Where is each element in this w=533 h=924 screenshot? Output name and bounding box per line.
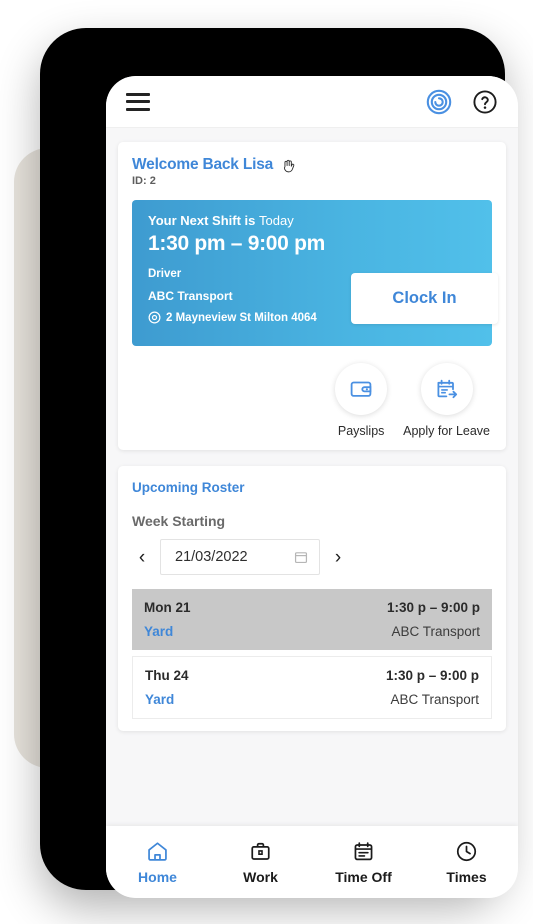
- calendar-time-off-icon: [354, 841, 373, 860]
- roster-hours: 1:30 p – 9:00 p: [385, 668, 479, 683]
- app-header: [106, 76, 518, 128]
- payslips-action[interactable]: Payslips: [335, 363, 388, 438]
- shift-headline-day: Today: [259, 213, 294, 228]
- apply-for-leave-label: Apply for Leave: [403, 424, 490, 438]
- payslips-label: Payslips: [337, 424, 385, 438]
- apply-for-leave-icon-circle[interactable]: [420, 363, 473, 415]
- employee-id: ID: 2: [132, 175, 156, 187]
- nav-label-times: Times: [446, 868, 487, 885]
- phone-screen: Welcome Back Lisa ID: 2 Your Next Shift …: [106, 76, 518, 898]
- welcome-row: Welcome Back Lisa: [132, 156, 492, 174]
- roster-row-top: Thu 24 1:30 p – 9:00 p: [145, 668, 479, 683]
- briefcase-icon: [251, 842, 270, 860]
- nav-label-work: Work: [243, 868, 278, 885]
- home-icon: [148, 841, 167, 861]
- table-row[interactable]: Thu 24 1:30 p – 9:00 p Yard ABC Transpor…: [132, 656, 492, 719]
- waving-hand-icon: [284, 159, 295, 172]
- apply-for-leave-action[interactable]: Apply for Leave: [403, 363, 490, 438]
- roster-day: Thu 24: [145, 668, 189, 683]
- wallet-payslips-icon: [350, 381, 372, 397]
- roster-area: Yard: [144, 624, 174, 639]
- payslips-icon-circle[interactable]: [335, 363, 388, 415]
- clock-icon: [456, 841, 477, 861]
- hamburger-bar: [126, 100, 150, 103]
- nav-item-work[interactable]: Work: [209, 840, 312, 885]
- hamburger-menu-icon[interactable]: [126, 92, 150, 111]
- roster-hours: 1:30 p – 9:00 p: [386, 600, 480, 615]
- hamburger-bar: [126, 107, 150, 111]
- nav-item-times[interactable]: Times: [415, 840, 518, 885]
- nav-item-time-off[interactable]: Time Off: [312, 840, 415, 885]
- roster-row-top: Mon 21 1:30 p – 9:00 p: [144, 600, 480, 615]
- roster-company: ABC Transport: [390, 692, 479, 707]
- shift-headline: Your Next Shift is Today: [148, 213, 492, 228]
- shift-address: 2 Mayneview St Milton 4064: [166, 311, 317, 324]
- app-scroll-body: Welcome Back Lisa ID: 2 Your Next Shift …: [106, 128, 518, 826]
- week-start-date-input[interactable]: 21/03/2022: [160, 539, 320, 575]
- chevron-left-icon[interactable]: ‹: [136, 548, 148, 567]
- welcome-card: Welcome Back Lisa ID: 2 Your Next Shift …: [118, 142, 506, 450]
- nav-label-time-off: Time Off: [335, 868, 392, 885]
- calendar-icon[interactable]: [294, 550, 308, 564]
- hamburger-bar: [126, 92, 150, 96]
- roster-company: ABC Transport: [391, 624, 480, 639]
- bottom-navigation: Home Work Time Off Times: [106, 826, 518, 898]
- roster-rows: Mon 21 1:30 p – 9:00 p Yard ABC Transpor…: [132, 589, 492, 719]
- phone-frame: Welcome Back Lisa ID: 2 Your Next Shift …: [40, 28, 518, 898]
- shift-headline-prefix: Your Next Shift is: [148, 213, 256, 228]
- week-start-date-value: 21/03/2022: [175, 549, 248, 565]
- roster-day: Mon 21: [144, 600, 191, 615]
- shift-time-range: 1:30 pm – 9:00 pm: [148, 232, 325, 255]
- chevron-right-icon[interactable]: ›: [332, 548, 344, 567]
- nav-label-home: Home: [138, 868, 177, 885]
- clock-in-button[interactable]: Clock In: [351, 273, 498, 324]
- week-date-nav: ‹ 21/03/2022 ›: [132, 539, 492, 575]
- week-starting-label: Week Starting: [132, 513, 226, 529]
- roster-row-bottom: Yard ABC Transport: [144, 624, 480, 639]
- quick-actions: Payslips Apply for Leave: [132, 363, 492, 438]
- roster-title: Upcoming Roster: [132, 480, 245, 495]
- nav-item-home[interactable]: Home: [106, 840, 209, 885]
- question-mark-help-icon[interactable]: [472, 89, 498, 115]
- upcoming-roster-card: Upcoming Roster Week Starting ‹ 21/03/20…: [118, 466, 506, 731]
- location-pin-icon: [148, 311, 161, 324]
- table-row[interactable]: Mon 21 1:30 p – 9:00 p Yard ABC Transpor…: [132, 589, 492, 650]
- next-shift-banner: Your Next Shift is Today 1:30 pm – 9:00 …: [132, 200, 498, 346]
- page-title: Welcome Back Lisa: [132, 156, 274, 173]
- roster-area: Yard: [145, 692, 175, 707]
- roster-row-bottom: Yard ABC Transport: [145, 692, 479, 707]
- calendar-leave-request-icon: [437, 379, 457, 399]
- spiral-target-logo-icon[interactable]: [426, 89, 452, 115]
